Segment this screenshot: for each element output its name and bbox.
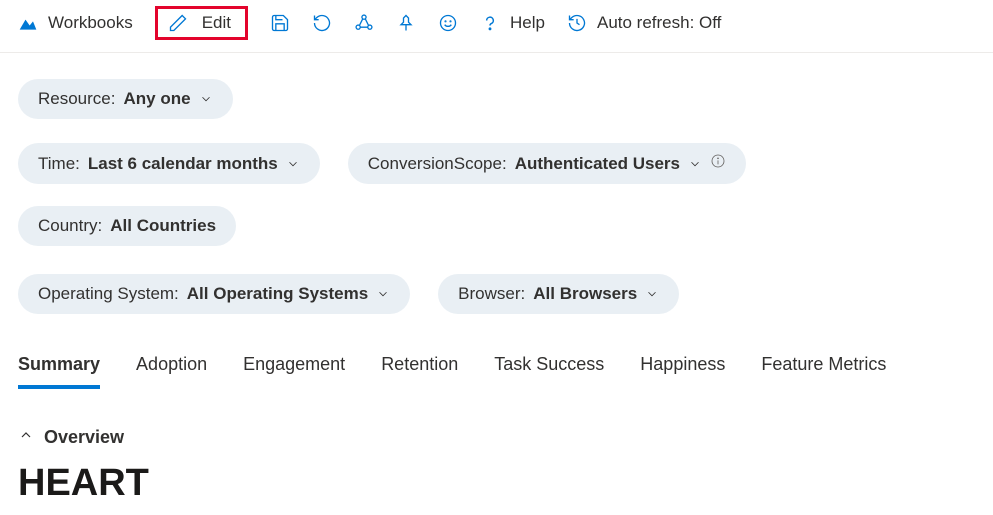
- filter-label: Resource:: [38, 89, 115, 109]
- tab-feature-metrics[interactable]: Feature Metrics: [761, 354, 886, 389]
- filter-label: Operating System:: [38, 284, 179, 304]
- filter-value: All Operating Systems: [187, 284, 368, 304]
- help-icon: [480, 13, 500, 33]
- filter-operating-system[interactable]: Operating System: All Operating Systems: [18, 274, 410, 314]
- filter-value: Last 6 calendar months: [88, 154, 278, 174]
- workbooks-icon: [18, 13, 38, 33]
- workbooks-label: Workbooks: [48, 13, 133, 33]
- tab-adoption[interactable]: Adoption: [136, 354, 207, 389]
- filter-label: ConversionScope:: [368, 154, 507, 174]
- filter-value: All Browsers: [533, 284, 637, 304]
- help-label: Help: [510, 13, 545, 33]
- tab-task-success[interactable]: Task Success: [494, 354, 604, 389]
- filter-label: Browser:: [458, 284, 525, 304]
- auto-refresh-button[interactable]: Auto refresh: Off: [567, 13, 721, 33]
- filter-value: Authenticated Users: [515, 154, 680, 174]
- share-button[interactable]: [354, 13, 374, 33]
- filter-resource[interactable]: Resource: Any one: [18, 79, 233, 119]
- filter-time[interactable]: Time: Last 6 calendar months: [18, 143, 320, 184]
- help-button[interactable]: Help: [480, 13, 545, 33]
- filter-browser[interactable]: Browser: All Browsers: [438, 274, 679, 314]
- filter-row-secondary: Operating System: All Operating Systems …: [0, 258, 993, 326]
- auto-refresh-label: Auto refresh: Off: [597, 13, 721, 33]
- refresh-button[interactable]: [312, 13, 332, 33]
- toolbar: Workbooks Edit: [0, 0, 993, 53]
- chevron-down-icon: [376, 287, 390, 301]
- workbooks-button[interactable]: Workbooks: [18, 13, 133, 33]
- tab-engagement[interactable]: Engagement: [243, 354, 345, 389]
- info-icon[interactable]: [710, 153, 726, 174]
- tab-retention[interactable]: Retention: [381, 354, 458, 389]
- pin-icon: [396, 13, 416, 33]
- overview-section: Overview HEART: [0, 389, 993, 505]
- history-icon: [567, 13, 587, 33]
- refresh-icon: [312, 13, 332, 33]
- feedback-button[interactable]: [438, 13, 458, 33]
- edit-icon: [168, 13, 188, 33]
- chevron-down-icon: [688, 157, 702, 171]
- filter-label: Country:: [38, 216, 102, 236]
- chevron-down-icon: [199, 92, 213, 106]
- edit-label: Edit: [202, 13, 231, 33]
- filter-row-main: Time: Last 6 calendar months ConversionS…: [0, 127, 993, 258]
- tabs: Summary Adoption Engagement Retention Ta…: [0, 326, 993, 389]
- edit-button[interactable]: Edit: [155, 6, 248, 40]
- filter-label: Time:: [38, 154, 80, 174]
- tab-summary[interactable]: Summary: [18, 354, 100, 389]
- tab-happiness[interactable]: Happiness: [640, 354, 725, 389]
- filter-country[interactable]: Country: All Countries: [18, 206, 236, 246]
- overview-toggle[interactable]: Overview: [18, 427, 975, 448]
- share-icon: [354, 13, 374, 33]
- overview-label: Overview: [44, 427, 124, 448]
- save-button[interactable]: [270, 13, 290, 33]
- chevron-down-icon: [286, 157, 300, 171]
- save-icon: [270, 13, 290, 33]
- filter-conversion-scope[interactable]: ConversionScope: Authenticated Users: [348, 143, 746, 184]
- pin-button[interactable]: [396, 13, 416, 33]
- chevron-up-icon: [18, 427, 34, 448]
- chevron-down-icon: [645, 287, 659, 301]
- smiley-icon: [438, 13, 458, 33]
- filter-value: Any one: [123, 89, 190, 109]
- filter-row-resource: Resource: Any one: [0, 53, 993, 127]
- page-title: HEART: [18, 462, 975, 505]
- filter-value: All Countries: [110, 216, 216, 236]
